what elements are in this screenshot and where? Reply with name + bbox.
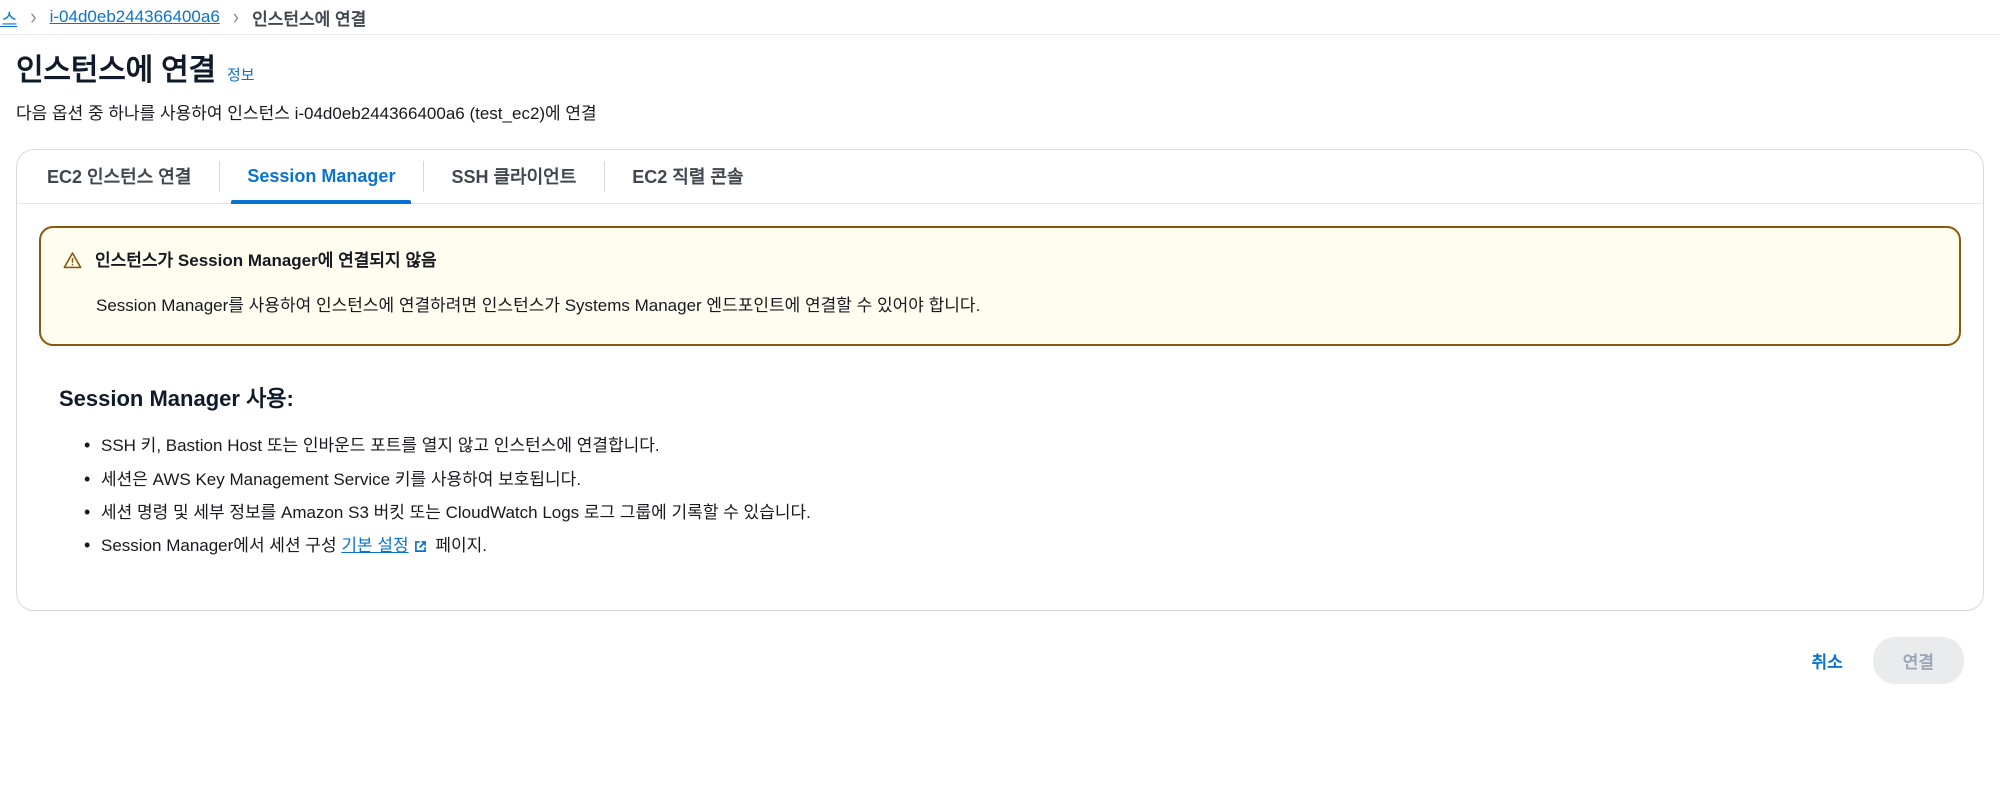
connect-button[interactable]: 연결 <box>1872 636 1964 684</box>
breadcrumb-item-instance-id[interactable]: i-04d0eb244366400a6 <box>50 7 220 27</box>
tab-session-manager[interactable]: Session Manager <box>219 150 423 204</box>
tab-ec2-instance-connect[interactable]: EC2 인스턴스 연결 <box>19 150 219 203</box>
tab-ec2-serial-console[interactable]: EC2 직렬 콘솔 <box>604 150 771 203</box>
breadcrumb-item-instances[interactable]: 턴스 <box>0 5 17 30</box>
list-item: SSH 키, Bastion Host 또는 인바운드 포트를 열지 않고 인스… <box>84 432 1961 460</box>
tab-list: EC2 인스턴스 연결 Session Manager SSH 클라이언트 EC… <box>17 150 1983 204</box>
preferences-link[interactable]: 기본 설정 <box>341 536 408 555</box>
tab-ssh-client[interactable]: SSH 클라이언트 <box>423 150 604 203</box>
breadcrumb: 턴스 › i-04d0eb244366400a6 › 인스턴스에 연결 <box>0 0 2000 34</box>
list-item: 세션 명령 및 세부 정보를 Amazon S3 버킷 또는 CloudWatc… <box>84 499 1961 527</box>
list-item: 세션은 AWS Key Management Service 키를 사용하여 보… <box>84 466 1961 494</box>
preferences-item-suffix: 페이지. <box>430 536 487 556</box>
usage-list: SSH 키, Bastion Host 또는 인바운드 포트를 열지 않고 인스… <box>39 432 1961 562</box>
warning-alert-body: Session Manager를 사용하여 인스턴스에 연결하려면 인스턴스가 … <box>96 295 981 315</box>
card-footer: 취소 연결 <box>0 611 2000 684</box>
preferences-item-prefix: Session Manager에서 세션 구성 <box>101 536 342 556</box>
connect-card: EC2 인스턴스 연결 Session Manager SSH 클라이언트 EC… <box>16 148 1984 611</box>
cancel-button[interactable]: 취소 <box>1807 642 1846 679</box>
page-description: 다음 옵션 중 하나를 사용하여 인스턴스 i-04d0eb244366400a… <box>16 104 597 123</box>
info-link[interactable]: 정보 <box>227 64 255 85</box>
warning-alert: 인스턴스가 Session Manager에 연결되지 않음 Session M… <box>39 225 1961 347</box>
page-title: 인스턴스에 연결 <box>16 54 216 87</box>
usage-heading: Session Manager 사용: <box>59 386 294 412</box>
breadcrumb-separator-icon: › <box>232 4 240 30</box>
external-link-icon[interactable] <box>413 536 428 562</box>
warning-alert-title: 인스턴스가 Session Manager에 연결되지 않음 <box>95 250 437 270</box>
breadcrumb-item-current: 인스턴스에 연결 <box>252 9 367 29</box>
page-header: 인스턴스에 연결 정보 다음 옵션 중 하나를 사용하여 인스턴스 i-04d0… <box>0 35 2000 126</box>
tab-panel-session-manager: 인스턴스가 Session Manager에 연결되지 않음 Session M… <box>17 204 1983 610</box>
breadcrumb-separator-icon: › <box>30 4 37 30</box>
warning-triangle-icon <box>63 251 82 275</box>
list-item: Session Manager에서 세션 구성 기본 설정 페이지. <box>84 532 1961 562</box>
